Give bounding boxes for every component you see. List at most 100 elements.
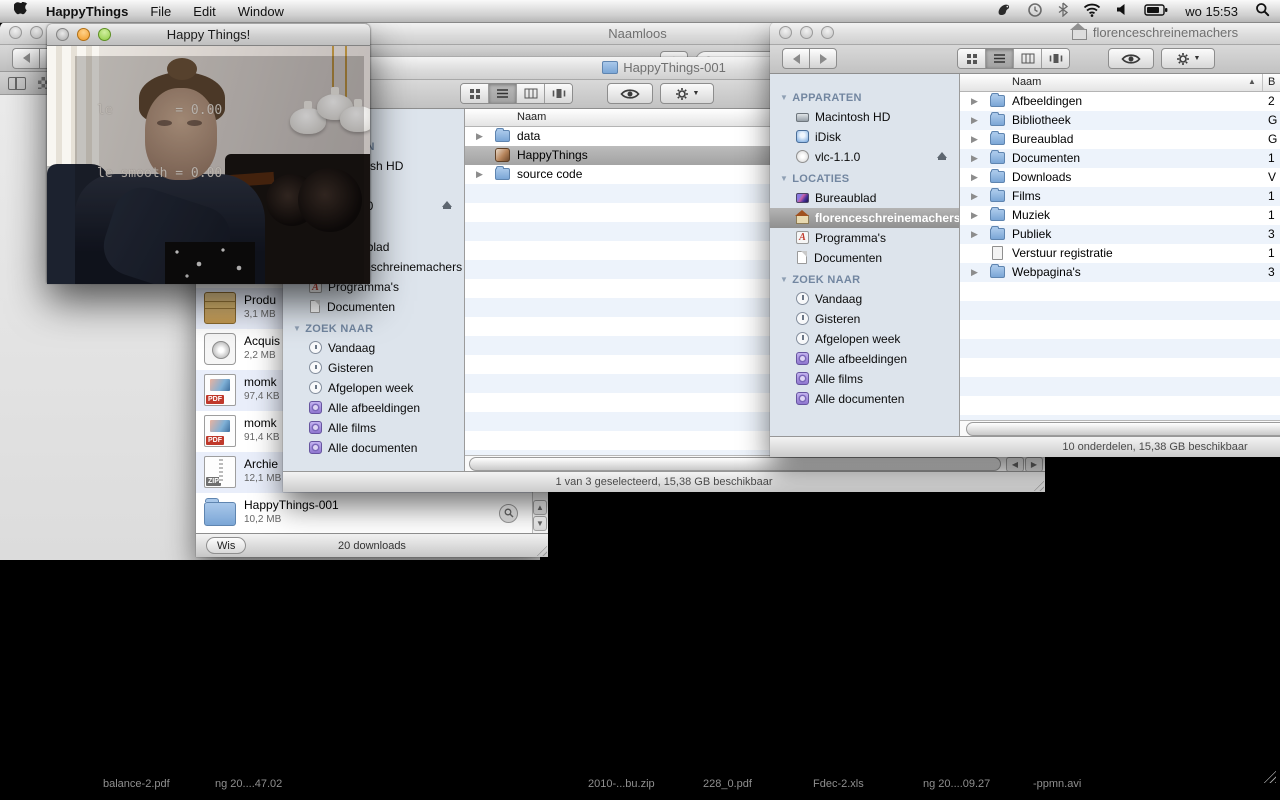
zoom-icon[interactable] bbox=[821, 26, 834, 39]
icon-view-button[interactable] bbox=[958, 49, 986, 68]
scroll-left-button[interactable]: ◀ bbox=[1006, 457, 1024, 472]
action-menu-button[interactable]: ▼ bbox=[1161, 48, 1215, 69]
file-row[interactable]: ▶ Films 1 bbox=[960, 187, 1280, 206]
clear-downloads-button[interactable]: Wis bbox=[206, 537, 246, 554]
menu-item[interactable]: File bbox=[150, 4, 171, 19]
sidebar-item[interactable]: Alle films bbox=[283, 418, 464, 438]
download-item[interactable]: HappyThings-001 10,2 MB bbox=[196, 493, 548, 533]
sidebar-item[interactable]: Vandaag bbox=[770, 289, 959, 309]
desktop-icon-label[interactable]: 2010-...bu.zip bbox=[588, 778, 655, 790]
menu-item[interactable]: Window bbox=[238, 4, 284, 19]
icon-view-button[interactable] bbox=[461, 84, 489, 103]
sidebar-item[interactable]: iDisk bbox=[770, 127, 959, 147]
resize-grip[interactable] bbox=[1262, 769, 1276, 783]
file-row[interactable]: ▶ Downloads V bbox=[960, 168, 1280, 187]
sidebar-item[interactable]: Gisteren bbox=[283, 358, 464, 378]
reveal-in-finder-button[interactable] bbox=[499, 504, 518, 523]
desktop-icon-label[interactable]: ng 20....09.27 bbox=[923, 778, 990, 790]
close-icon[interactable] bbox=[56, 28, 69, 41]
happythings-status-icon[interactable] bbox=[996, 2, 1012, 20]
disclosure-triangle-icon[interactable]: ▶ bbox=[971, 115, 978, 126]
finder-titlebar[interactable]: florenceschreinemachers bbox=[770, 22, 1280, 45]
scroll-up-button[interactable]: ▲ bbox=[533, 500, 547, 515]
disclosure-triangle-icon[interactable]: ▶ bbox=[476, 169, 483, 180]
desktop-icon-label[interactable]: ng 20....47.02 bbox=[215, 778, 282, 790]
sidebar-item[interactable]: Macintosh HD bbox=[770, 107, 959, 127]
volume-icon[interactable] bbox=[1116, 3, 1129, 19]
sidebar-item[interactable]: vlc-1.1.0 bbox=[770, 147, 959, 167]
sidebar-item[interactable]: Alle documenten bbox=[770, 389, 959, 409]
action-menu-button[interactable]: ▼ bbox=[660, 83, 714, 104]
file-row[interactable]: ▶ Publiek 3 bbox=[960, 225, 1280, 244]
sidebar-item[interactable]: florenceschreinemachers bbox=[770, 208, 959, 228]
wifi-icon[interactable] bbox=[1083, 3, 1101, 20]
sidebar-item[interactable]: Afgelopen week bbox=[770, 329, 959, 349]
desktop-icon-label[interactable]: Fdec-2.xls bbox=[813, 778, 864, 790]
coverflow-view-button[interactable] bbox=[1042, 49, 1069, 68]
sidebar-item[interactable]: Programma's bbox=[770, 228, 959, 248]
bookmarks-book-icon[interactable] bbox=[8, 77, 26, 90]
forward-button[interactable] bbox=[809, 48, 837, 69]
quick-look-button[interactable] bbox=[1108, 48, 1154, 69]
sidebar-item[interactable]: Alle afbeeldingen bbox=[283, 398, 464, 418]
disclosure-triangle-icon[interactable]: ▶ bbox=[971, 96, 978, 107]
spotlight-icon[interactable] bbox=[1255, 2, 1270, 20]
zoom-icon[interactable] bbox=[98, 28, 111, 41]
file-row[interactable]: ▶ Afbeeldingen 2 bbox=[960, 92, 1280, 111]
disclosure-triangle-icon[interactable]: ▶ bbox=[476, 131, 483, 142]
file-row[interactable]: ▶ Documenten 1 bbox=[960, 149, 1280, 168]
file-row[interactable]: ▶ Bureaublad G bbox=[960, 130, 1280, 149]
back-button[interactable] bbox=[12, 48, 39, 69]
file-row[interactable]: ▶ Bibliotheek G bbox=[960, 111, 1280, 130]
desktop-icon-label[interactable]: balance-2.pdf bbox=[103, 778, 170, 790]
sidebar-item[interactable]: Documenten bbox=[770, 248, 959, 268]
menu-item[interactable]: Edit bbox=[193, 4, 215, 19]
close-icon[interactable] bbox=[9, 26, 22, 39]
sidebar-item[interactable]: Alle films bbox=[770, 369, 959, 389]
horizontal-scrollbar[interactable] bbox=[960, 420, 1280, 436]
disclosure-triangle-icon[interactable]: ▶ bbox=[971, 229, 978, 240]
disclosure-triangle-icon[interactable]: ▶ bbox=[971, 153, 978, 164]
minimize-icon[interactable] bbox=[800, 26, 813, 39]
sidebar-item[interactable]: Documenten bbox=[283, 297, 464, 317]
list-view-button[interactable] bbox=[986, 49, 1014, 68]
file-row[interactable]: ▶ Webpagina's 3 bbox=[960, 263, 1280, 282]
minimize-icon[interactable] bbox=[30, 26, 43, 39]
scroll-down-button[interactable]: ▼ bbox=[533, 516, 547, 531]
resize-grip[interactable] bbox=[534, 543, 547, 556]
list-column-header[interactable]: Naam ▲ B bbox=[960, 74, 1280, 92]
disclosure-triangle-icon[interactable]: ▶ bbox=[971, 172, 978, 183]
bluetooth-icon[interactable] bbox=[1058, 2, 1068, 20]
column-view-button[interactable] bbox=[517, 84, 545, 103]
back-button[interactable] bbox=[782, 48, 809, 69]
sidebar-item[interactable]: Bureaublad bbox=[770, 188, 959, 208]
coverflow-view-button[interactable] bbox=[545, 84, 572, 103]
time-machine-icon[interactable] bbox=[1027, 2, 1043, 21]
webcam-titlebar[interactable]: Happy Things! bbox=[47, 24, 370, 46]
sidebar-item[interactable]: Alle documenten bbox=[283, 438, 464, 458]
minimize-icon[interactable] bbox=[77, 28, 90, 41]
disclosure-triangle-icon[interactable]: ▶ bbox=[971, 134, 978, 145]
column-view-button[interactable] bbox=[1014, 49, 1042, 68]
file-row[interactable]: ▶ Verstuur registratie 1 bbox=[960, 244, 1280, 263]
sidebar-item[interactable]: Vandaag bbox=[283, 338, 464, 358]
close-icon[interactable] bbox=[779, 26, 792, 39]
sidebar-item[interactable]: Gisteren bbox=[770, 309, 959, 329]
menu-clock[interactable]: wo 15:53 bbox=[1185, 4, 1238, 19]
list-view-button[interactable] bbox=[489, 84, 517, 103]
apple-menu-icon[interactable] bbox=[14, 2, 28, 21]
file-row[interactable]: ▶ Muziek 1 bbox=[960, 206, 1280, 225]
disclosure-triangle-icon[interactable]: ▶ bbox=[971, 210, 978, 221]
disclosure-triangle-icon[interactable]: ▶ bbox=[971, 267, 978, 278]
active-app-menu[interactable]: HappyThings bbox=[46, 4, 128, 19]
disclosure-triangle-icon[interactable]: ▶ bbox=[971, 191, 978, 202]
column-divider[interactable] bbox=[1262, 74, 1263, 91]
quick-look-button[interactable] bbox=[607, 83, 653, 104]
scrollbar-thumb[interactable] bbox=[966, 422, 1280, 436]
scroll-right-button[interactable]: ▶ bbox=[1025, 457, 1043, 472]
desktop-icon-label[interactable]: -ppmn.avi bbox=[1033, 778, 1081, 790]
scrollbar-thumb[interactable] bbox=[469, 457, 1001, 471]
desktop-icon-label[interactable]: 228_0.pdf bbox=[703, 778, 752, 790]
sidebar-item[interactable]: Afgelopen week bbox=[283, 378, 464, 398]
battery-icon[interactable] bbox=[1144, 4, 1168, 19]
